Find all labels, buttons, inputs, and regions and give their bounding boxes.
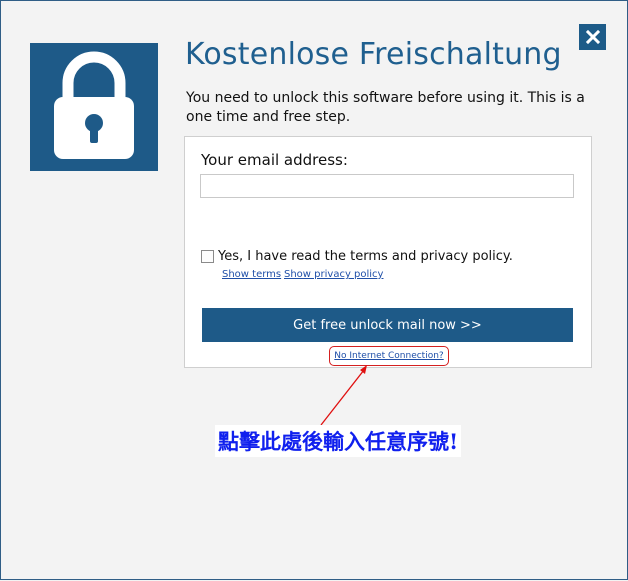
terms-checkbox[interactable] xyxy=(201,250,214,263)
dialog-title: Kostenlose Freischaltung xyxy=(185,37,562,72)
unlock-dialog: Kostenlose Freischaltung You need to unl… xyxy=(0,0,628,580)
annotation-text: 點擊此處後輸入任意序號! xyxy=(215,425,462,457)
padlock-icon xyxy=(54,51,134,159)
email-field[interactable] xyxy=(200,174,574,198)
close-icon xyxy=(585,30,600,44)
show-privacy-link[interactable]: Show privacy policy xyxy=(284,269,383,280)
no-internet-link[interactable]: No Internet Connection? xyxy=(334,351,443,361)
no-internet-highlight: No Internet Connection? xyxy=(329,346,449,366)
get-unlock-mail-button[interactable]: Get free unlock mail now >> xyxy=(202,308,573,342)
email-label: Your email address: xyxy=(201,151,348,169)
show-terms-link[interactable]: Show terms xyxy=(222,269,281,280)
dialog-subtitle: You need to unlock this software before … xyxy=(186,90,585,125)
close-button[interactable] xyxy=(579,24,606,50)
lock-tile xyxy=(30,43,158,171)
terms-label: Yes, I have read the terms and privacy p… xyxy=(218,249,513,264)
